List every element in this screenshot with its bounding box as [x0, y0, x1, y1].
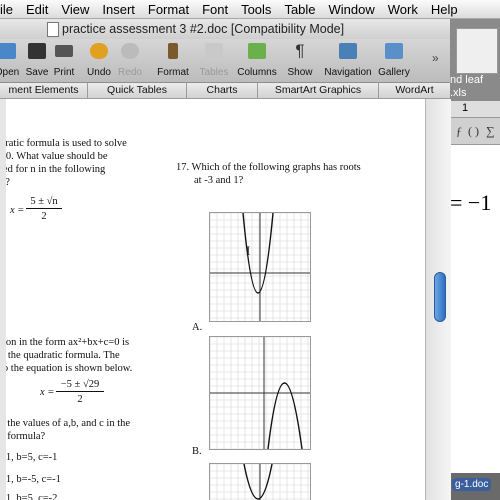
- excel-file-icon[interactable]: [456, 28, 498, 74]
- graph-c-plot: [209, 463, 310, 500]
- scrollbar-thumb[interactable]: [434, 272, 446, 322]
- menu-help[interactable]: Help: [431, 2, 458, 17]
- question-text: =0. What value should be: [0, 151, 108, 162]
- pilcrow-icon: ¶: [295, 41, 305, 60]
- dock-item-label[interactable]: g-1.doc: [452, 478, 492, 491]
- menu-tools[interactable]: Tools: [241, 2, 271, 17]
- answer-option: =1, b=5, c=-2: [0, 493, 58, 500]
- redo-button[interactable]: Redo: [115, 39, 145, 82]
- answer-option: =1, b=5, c=-1: [0, 452, 58, 463]
- menu-bar: ile Edit View Insert Format Font Tools T…: [0, 0, 500, 19]
- question-text: dratic formula is used to solve: [0, 138, 127, 149]
- window-title-bar: practice assessment 3 #2.doc [Compatibil…: [0, 19, 450, 39]
- graph-a-plot: I: [209, 212, 310, 321]
- format-button[interactable]: Format: [155, 39, 191, 82]
- document-page[interactable]: dratic formula is used to solve =0. What…: [0, 99, 425, 500]
- show-button[interactable]: ¶ Show: [285, 39, 315, 82]
- second-window-equation: = −1: [450, 190, 492, 215]
- svg-text:ƒ: ƒ: [456, 124, 462, 138]
- graph-c-curve: [243, 463, 273, 500]
- question-17-stem: at -3 and 1?: [194, 175, 244, 186]
- columns-icon: [248, 43, 266, 59]
- desktop-file-label[interactable]: nd leaf .xls: [450, 74, 483, 100]
- menu-insert[interactable]: Insert: [102, 2, 135, 17]
- second-window-toolbar: ƒ ( ) ∑: [450, 118, 500, 145]
- option-label-b: B.: [192, 446, 202, 457]
- option-label-a: A.: [192, 322, 203, 333]
- formula-lhs: x =: [10, 205, 25, 216]
- question-17-stem: 17. Which of the following graphs has ro…: [176, 162, 361, 173]
- tab-wordart[interactable]: WordArt: [379, 83, 450, 98]
- tables-button[interactable]: Tables: [197, 39, 231, 82]
- navigation-button[interactable]: Navigation: [320, 39, 376, 82]
- formula-numerator: −5 ± √29: [56, 378, 104, 392]
- menu-edit[interactable]: Edit: [26, 2, 48, 17]
- tab-document-elements[interactable]: ment Elements: [0, 83, 88, 98]
- question-text: e the values of a,b, and c in the: [0, 418, 131, 429]
- answer-option: =1, b=-5, c=-1: [0, 474, 61, 485]
- formula-denominator: 2: [41, 211, 47, 222]
- question-text: tion in the form ax²+bx+c=0 is: [0, 337, 130, 348]
- graph-b-plot: [209, 336, 310, 450]
- columns-button[interactable]: Columns: [236, 39, 278, 82]
- equation-tools-icon: ƒ ( ) ∑: [456, 124, 495, 138]
- graph-a: I: [209, 212, 311, 322]
- toolbar-overflow-icon[interactable]: »: [432, 51, 439, 65]
- menu-table[interactable]: Table: [284, 2, 315, 17]
- menu-window[interactable]: Window: [329, 2, 375, 17]
- save-button[interactable]: Save: [23, 39, 51, 82]
- tab-quick-tables[interactable]: Quick Tables: [88, 83, 187, 98]
- svg-text:∑: ∑: [486, 124, 495, 138]
- tab-charts[interactable]: Charts: [187, 83, 258, 98]
- standard-toolbar: Open Save Print Undo Redo Format Tables …: [0, 39, 450, 83]
- menu-file[interactable]: ile: [0, 2, 13, 17]
- menu-view[interactable]: View: [61, 2, 89, 17]
- format-brush-icon: [168, 43, 178, 59]
- question-text: ted for n in the following: [0, 164, 106, 175]
- text-cursor-icon: I: [246, 243, 250, 258]
- gallery-button[interactable]: Gallery: [376, 39, 412, 82]
- elements-ribbon: ment Elements Quick Tables Charts SmartA…: [0, 83, 450, 99]
- tables-icon: [205, 43, 223, 59]
- open-folder-icon: [0, 43, 16, 59]
- second-document-window: [450, 101, 500, 473]
- open-button[interactable]: Open: [0, 39, 22, 82]
- save-disk-icon: [28, 43, 46, 59]
- redo-icon: [121, 43, 139, 59]
- document-icon: [47, 22, 59, 37]
- menu-work[interactable]: Work: [388, 2, 418, 17]
- undo-button[interactable]: Undo: [82, 39, 116, 82]
- svg-text:( ): ( ): [468, 124, 479, 138]
- window-title: practice assessment 3 #2.doc [Compatibil…: [62, 22, 345, 36]
- undo-icon: [90, 43, 108, 59]
- question-text: c formula?: [0, 431, 46, 442]
- graph-c: [209, 463, 311, 500]
- formula-denominator: 2: [77, 394, 83, 405]
- gallery-icon: [385, 43, 403, 59]
- printer-icon: [55, 45, 73, 57]
- navigation-icon: [339, 43, 357, 59]
- graph-b: [209, 336, 311, 450]
- print-button[interactable]: Print: [50, 39, 78, 82]
- menu-format[interactable]: Format: [148, 2, 189, 17]
- second-window-ruler: 1: [450, 101, 500, 118]
- question-text: to the equation is shown below.: [0, 363, 133, 374]
- formula-numerator: 5 ± √n: [26, 195, 62, 209]
- vertical-ruler: [0, 99, 6, 500]
- formula-lhs: x =: [40, 387, 55, 398]
- question-text: y the quadratic formula. The: [0, 350, 120, 361]
- tab-smartart-graphics[interactable]: SmartArt Graphics: [258, 83, 379, 98]
- menu-font[interactable]: Font: [202, 2, 228, 17]
